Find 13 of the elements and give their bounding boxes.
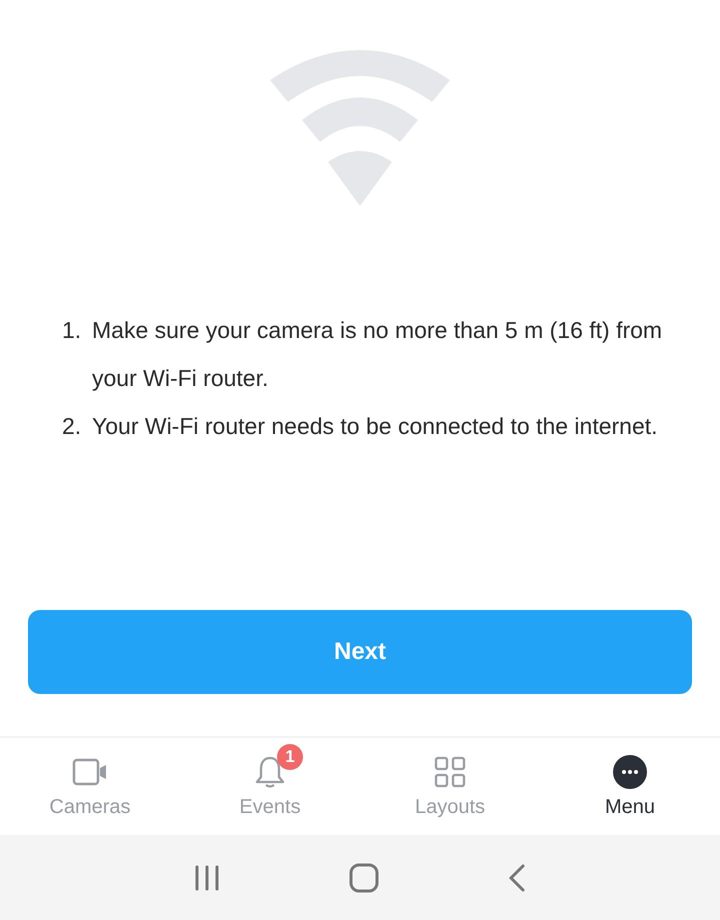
recent-apps-icon[interactable]: [193, 864, 222, 892]
step-text: Your Wi-Fi router needs to be connected to the internet.: [92, 412, 659, 441]
step-number: 1.: [62, 316, 82, 345]
notification-badge: 1: [277, 744, 303, 770]
back-icon[interactable]: [506, 862, 527, 892]
video-camera-icon: [72, 758, 108, 786]
step-text: Make sure your camera is no more than 5 m (16 ft) from your Wi-Fi router.: [92, 316, 664, 393]
bell-icon: [253, 755, 287, 789]
home-icon[interactable]: [348, 862, 380, 894]
step-number: 2.: [62, 412, 82, 441]
grid-icon: [434, 756, 466, 788]
more-icon: [612, 754, 648, 790]
next-button[interactable]: Next: [28, 610, 692, 694]
